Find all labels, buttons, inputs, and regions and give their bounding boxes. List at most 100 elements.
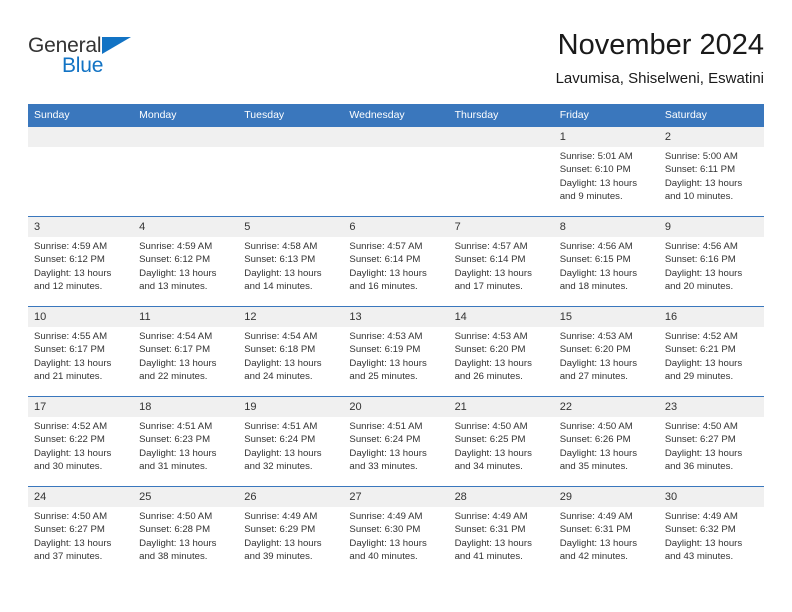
sunrise-text: Sunrise: 4:49 AM — [244, 511, 318, 522]
day-details: Sunrise: 4:49 AM Sunset: 6:31 PM Daylight:… — [554, 507, 659, 564]
daylight-text-line1: Daylight: 13 hours — [349, 447, 427, 459]
calendar-day-cell[interactable]: 2 Sunrise: 5:00 AM Sunset: 6:11 PM Daylight… — [658, 126, 764, 217]
triangle-flag-icon — [102, 37, 131, 54]
daylight-text-line1: Daylight: 13 hours — [559, 177, 638, 189]
calendar-day-number: 22 — [553, 397, 659, 417]
daylight-text-line1: Daylight: 13 hours — [559, 537, 638, 549]
calendar-day-number: 13 — [343, 307, 449, 327]
sunrise-text: Sunrise: 4:52 AM — [34, 421, 108, 432]
daylight-text-line1: Daylight: 13 hours — [559, 447, 638, 459]
calendar-day-cell[interactable]: 26 Sunrise: 4:49 AM Sunset: 6:29 PM Dayligh… — [238, 486, 344, 576]
daylight-text-line1: Daylight: 13 hours — [664, 177, 743, 189]
calendar-day-cell[interactable]: 8 Sunrise: 4:56 AM Sunset: 6:15 PM Daylight… — [553, 216, 659, 307]
day-details: Sunrise: 4:55 AM Sunset: 6:17 PM Daylight:… — [28, 327, 133, 384]
daylight-text-line2: and 12 minutes. — [34, 281, 103, 293]
sunset-text: Sunset: 6:17 PM — [139, 344, 211, 356]
calendar-day-cell[interactable]: 5 Sunrise: 4:58 AM Sunset: 6:13 PM Daylight… — [238, 216, 344, 307]
day-details: Sunrise: 4:57 AM Sunset: 6:14 PM Daylight:… — [449, 237, 554, 294]
calendar-day-cell[interactable]: 17 Sunrise: 4:52 AM Sunset: 6:22 PM Dayligh… — [28, 396, 134, 487]
daylight-text-line2: and 31 minutes. — [139, 461, 208, 473]
weekday-header-friday: Friday — [553, 104, 659, 127]
daylight-text-line1: Daylight: 13 hours — [34, 357, 112, 369]
calendar-day-cell[interactable]: 14 Sunrise: 4:53 AM Sunset: 6:20 PM Dayligh… — [448, 306, 554, 397]
daylight-text-line2: and 17 minutes. — [454, 281, 523, 293]
daylight-text-line2: and 16 minutes. — [349, 281, 418, 293]
calendar-day-number: 9 — [658, 217, 764, 237]
calendar-day-cell[interactable]: 29 Sunrise: 4:49 AM Sunset: 6:31 PM Dayligh… — [553, 486, 659, 576]
calendar-day-cell[interactable]: 30 Sunrise: 4:49 AM Sunset: 6:32 PM Dayligh… — [658, 486, 764, 576]
calendar-day-cell[interactable]: 11 Sunrise: 4:54 AM Sunset: 6:17 PM Dayligh… — [133, 306, 239, 397]
calendar-day-cell[interactable]: 19 Sunrise: 4:51 AM Sunset: 6:24 PM Dayligh… — [238, 396, 344, 487]
sunrise-text: Sunrise: 4:49 AM — [349, 511, 423, 522]
daylight-text-line2: and 32 minutes. — [244, 461, 313, 473]
calendar-day-cell[interactable]: 7 Sunrise: 4:57 AM Sunset: 6:14 PM Daylight… — [448, 216, 554, 307]
day-details: Sunrise: 4:49 AM Sunset: 6:30 PM Daylight:… — [343, 507, 448, 564]
daylight-text-line2: and 39 minutes. — [244, 551, 313, 563]
daylight-text-line1: Daylight: 13 hours — [139, 357, 217, 369]
calendar-day-cell[interactable]: 18 Sunrise: 4:51 AM Sunset: 6:23 PM Dayligh… — [133, 396, 239, 487]
calendar-day-cell[interactable]: 24 Sunrise: 4:50 AM Sunset: 6:27 PM Dayligh… — [28, 486, 134, 576]
calendar-day-cell[interactable]: 27 Sunrise: 4:49 AM Sunset: 6:30 PM Dayligh… — [343, 486, 449, 576]
calendar-day-cell[interactable]: 10 Sunrise: 4:55 AM Sunset: 6:17 PM Dayligh… — [28, 306, 134, 397]
calendar-day-number: 28 — [448, 487, 554, 507]
calendar-day-cell[interactable]: 3 Sunrise: 4:59 AM Sunset: 6:12 PM Daylight… — [28, 216, 134, 307]
calendar-day-cell[interactable]: 16 Sunrise: 4:52 AM Sunset: 6:21 PM Dayligh… — [658, 306, 764, 397]
day-details: Sunrise: 4:53 AM Sunset: 6:19 PM Daylight:… — [343, 327, 448, 384]
daylight-text-line2: and 33 minutes. — [349, 461, 418, 473]
calendar-day-cell[interactable]: 1 Sunrise: 5:01 AM Sunset: 6:10 PM Daylight… — [553, 126, 659, 217]
day-details: Sunrise: 4:50 AM Sunset: 6:25 PM Daylight:… — [449, 417, 554, 474]
calendar-day-cell[interactable]: 20 Sunrise: 4:51 AM Sunset: 6:24 PM Dayligh… — [343, 396, 449, 487]
weekday-header-saturday: Saturday — [658, 104, 764, 127]
calendar-table: Sunday Monday Tuesday Wednesday Thursday… — [28, 104, 764, 576]
calendar-day-cell[interactable]: 25 Sunrise: 4:50 AM Sunset: 6:28 PM Dayligh… — [133, 486, 239, 576]
calendar-day-number: 18 — [133, 397, 239, 417]
day-details: Sunrise: 4:52 AM Sunset: 6:21 PM Daylight:… — [659, 327, 764, 384]
sunrise-text: Sunrise: 4:50 AM — [139, 511, 213, 522]
calendar-day-number: 24 — [28, 487, 134, 507]
calendar-day-number: 5 — [238, 217, 344, 237]
sunrise-text: Sunrise: 4:49 AM — [664, 511, 738, 522]
calendar-day-number: 23 — [658, 397, 764, 417]
calendar-day-cell[interactable]: 12 Sunrise: 4:54 AM Sunset: 6:18 PM Dayligh… — [238, 306, 344, 397]
daylight-text-line1: Daylight: 13 hours — [349, 357, 427, 369]
day-details: Sunrise: 4:53 AM Sunset: 6:20 PM Daylight:… — [554, 327, 659, 384]
sunrise-text: Sunrise: 4:55 AM — [34, 331, 108, 342]
daylight-text-line2: and 30 minutes. — [34, 461, 103, 473]
sunrise-text: Sunrise: 4:52 AM — [664, 331, 738, 342]
daylight-text-line1: Daylight: 13 hours — [559, 357, 638, 369]
day-details: Sunrise: 4:50 AM Sunset: 6:27 PM Daylight:… — [659, 417, 764, 474]
daylight-text-line1: Daylight: 13 hours — [244, 537, 322, 549]
daylight-text-line2: and 13 minutes. — [139, 281, 208, 293]
brand-logo[interactable]: General Blue — [28, 34, 148, 82]
calendar-day-number — [343, 127, 449, 147]
calendar-day-cell[interactable]: 13 Sunrise: 4:53 AM Sunset: 6:19 PM Dayligh… — [343, 306, 449, 397]
calendar-day-cell[interactable]: 28 Sunrise: 4:49 AM Sunset: 6:31 PM Dayligh… — [448, 486, 554, 576]
calendar-day-cell-empty — [238, 126, 344, 217]
calendar-day-cell[interactable]: 6 Sunrise: 4:57 AM Sunset: 6:14 PM Daylight… — [343, 216, 449, 307]
calendar-day-cell[interactable]: 9 Sunrise: 4:56 AM Sunset: 6:16 PM Daylight… — [658, 216, 764, 307]
daylight-text-line1: Daylight: 13 hours — [244, 267, 322, 279]
calendar-day-cell[interactable]: 23 Sunrise: 4:50 AM Sunset: 6:27 PM Dayligh… — [658, 396, 764, 487]
calendar-day-cell[interactable]: 15 Sunrise: 4:53 AM Sunset: 6:20 PM Dayligh… — [553, 306, 659, 397]
day-details: Sunrise: 4:59 AM Sunset: 6:12 PM Daylight:… — [28, 237, 133, 294]
daylight-text-line1: Daylight: 13 hours — [244, 447, 322, 459]
calendar-day-number: 12 — [238, 307, 344, 327]
day-details: Sunrise: 4:50 AM Sunset: 6:26 PM Daylight:… — [554, 417, 659, 474]
sunset-text: Sunset: 6:24 PM — [349, 434, 421, 446]
calendar-day-cell[interactable]: 21 Sunrise: 4:50 AM Sunset: 6:25 PM Dayligh… — [448, 396, 554, 487]
calendar-day-cell-empty — [343, 126, 449, 217]
daylight-text-line2: and 35 minutes. — [559, 461, 628, 473]
daylight-text-line1: Daylight: 13 hours — [34, 447, 112, 459]
sunrise-text: Sunrise: 4:50 AM — [559, 421, 633, 432]
sunset-text: Sunset: 6:28 PM — [139, 524, 211, 536]
day-details: Sunrise: 4:49 AM Sunset: 6:29 PM Daylight:… — [238, 507, 343, 564]
weekday-header-wednesday: Wednesday — [343, 104, 449, 127]
day-details: Sunrise: 4:51 AM Sunset: 6:24 PM Daylight:… — [343, 417, 448, 474]
calendar-day-cell[interactable]: 4 Sunrise: 4:59 AM Sunset: 6:12 PM Daylight… — [133, 216, 239, 307]
day-details: Sunrise: 4:50 AM Sunset: 6:28 PM Daylight:… — [133, 507, 238, 564]
calendar-day-number: 17 — [28, 397, 134, 417]
calendar-day-cell-empty — [28, 126, 134, 217]
daylight-text-line2: and 29 minutes. — [664, 371, 734, 383]
calendar-day-cell[interactable]: 22 Sunrise: 4:50 AM Sunset: 6:26 PM Dayligh… — [553, 396, 659, 487]
daylight-text-line2: and 42 minutes. — [559, 551, 628, 563]
